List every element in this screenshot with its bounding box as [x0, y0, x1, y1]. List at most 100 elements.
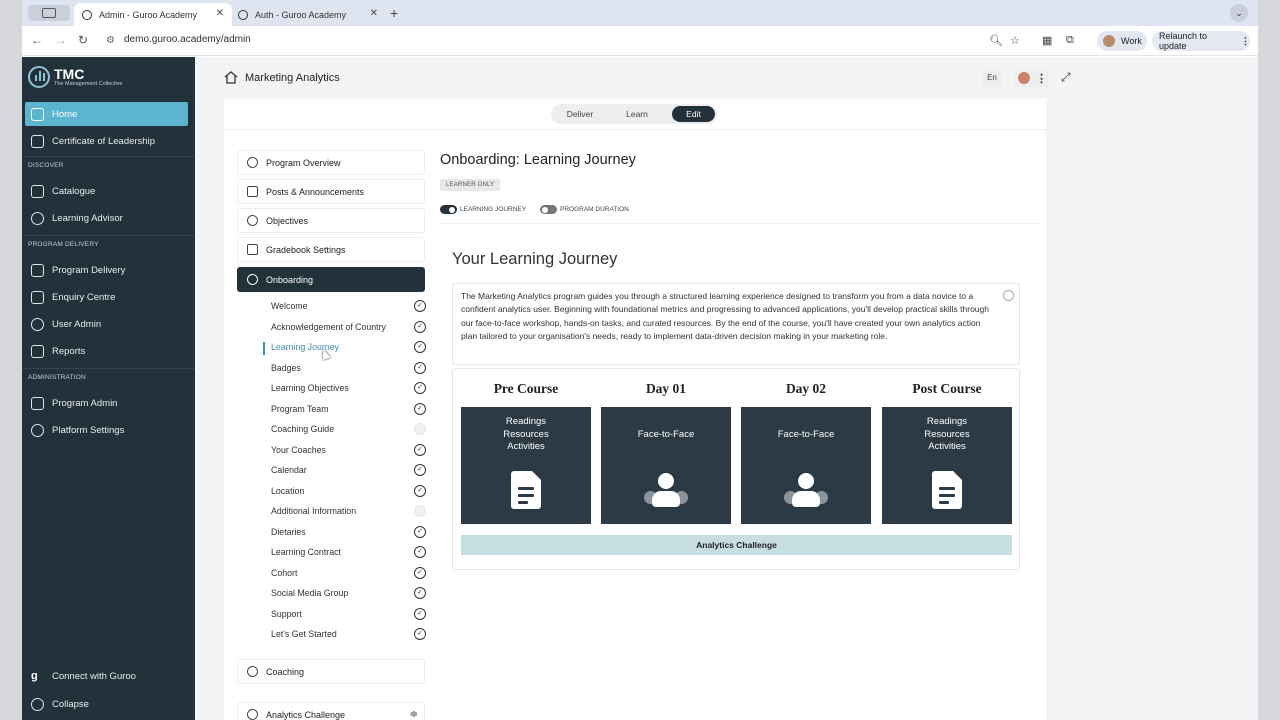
phase-card-day-01[interactable]: Face-to-Face: [601, 407, 731, 524]
sidebar-item-enquiry-centre[interactable]: Enquiry Centre: [25, 285, 188, 309]
onboarding-item[interactable]: Calendar: [271, 463, 426, 477]
onboarding-item[interactable]: Location: [271, 484, 426, 498]
sidebar-item-program-admin[interactable]: Program Admin: [25, 391, 188, 415]
nav-posts-announcements[interactable]: Posts & Announcements: [237, 179, 425, 204]
gear-icon: [31, 423, 44, 437]
nav-analytics-challenge[interactable]: Analytics Challenge ≑: [237, 702, 425, 720]
onboarding-item[interactable]: Additional Information: [271, 504, 426, 518]
onboarding-item[interactable]: Cohort: [271, 566, 426, 580]
onboarding-item[interactable]: Learning Journey: [271, 340, 426, 354]
sidebar-item-home[interactable]: Home: [25, 102, 188, 126]
analytics-challenge-bar[interactable]: Analytics Challenge: [461, 535, 1012, 555]
clipboard-icon: [31, 263, 44, 277]
connect-with-guroo[interactable]: g Connect with Guroo: [25, 664, 188, 688]
collapse-button[interactable]: Collapse: [25, 692, 188, 716]
nav-onboarding[interactable]: Onboarding: [237, 267, 425, 292]
tab-search-icon[interactable]: [28, 5, 70, 21]
phase-title: Day 01: [645, 381, 687, 396]
language-button[interactable]: En: [981, 69, 1003, 87]
advisor-icon: [31, 211, 44, 225]
phase-title: Pre Course: [493, 381, 559, 396]
phase-line: Readings: [926, 416, 968, 427]
editor-panel: Deliver Learn Edit Program Overview Post…: [224, 99, 1046, 720]
onboarding-item[interactable]: Program Team: [271, 402, 426, 416]
onboarding-item[interactable]: Dietaries: [271, 525, 426, 539]
content: Marketing Analytics En ⋮ ⤢ Deliver Learn…: [195, 57, 1258, 720]
check-circle-icon: ✓: [414, 546, 426, 558]
address-bar[interactable]: demo.guroo.academy/admin: [124, 34, 251, 45]
app: TMC The Management Collective Home Certi…: [22, 57, 1258, 720]
sidebar-item-learning-advisor[interactable]: Learning Advisor: [25, 206, 188, 230]
zoom-icon[interactable]: 🔍︎: [989, 34, 1003, 47]
tab-auth[interactable]: Auth - Guroo Academy ✕: [230, 3, 386, 26]
browser-toolbar: ← → ↻ ⚙ demo.guroo.academy/admin 🔍︎ ☆ ▦ …: [22, 26, 1258, 56]
fullscreen-icon[interactable]: ⤢: [1061, 70, 1071, 85]
nav-gradebook-settings[interactable]: Gradebook Settings: [237, 237, 425, 262]
mode-learn[interactable]: Learn: [617, 106, 657, 122]
journey-grid: Pre Course Day 01 Day 02 Post Course Rea…: [452, 368, 1020, 570]
sidebar-item-platform-settings[interactable]: Platform Settings: [25, 418, 188, 442]
phase-card-post-course[interactable]: Readings Resources Activities: [882, 407, 1012, 524]
mode-deliver[interactable]: Deliver: [559, 106, 601, 122]
bookmark-star-icon[interactable]: ☆: [1010, 34, 1020, 47]
phase-line: Activities: [507, 441, 545, 452]
onboarding-item[interactable]: Acknowledgement of Country: [271, 320, 426, 334]
onboarding-item[interactable]: Social Media Group: [271, 586, 426, 600]
user-icon: [31, 317, 44, 331]
relaunch-button[interactable]: Relaunch to update ⋮: [1152, 31, 1250, 51]
check-circle-icon: ✓: [414, 341, 426, 353]
more-icon: ⋮: [1036, 72, 1047, 85]
onboarding-item[interactable]: Coaching Guide: [271, 422, 426, 436]
tab-admin[interactable]: Admin - Guroo Academy ✕: [74, 3, 232, 26]
chevron-down-icon[interactable]: ⌄: [1230, 4, 1248, 22]
sidebar-item-catalogue[interactable]: Catalogue: [25, 179, 188, 203]
chevron-left-icon: [31, 697, 44, 711]
back-icon[interactable]: ←: [31, 33, 43, 47]
check-circle-icon: ✓: [414, 320, 426, 333]
phase-title: Day 02: [785, 381, 827, 396]
profile-button[interactable]: Work: [1097, 31, 1147, 51]
page-title: Marketing Analytics: [224, 71, 340, 84]
onboarding-item[interactable]: Your Coaches: [271, 443, 426, 457]
program-duration-toggle[interactable]: [540, 205, 557, 214]
phase-card-pre-course[interactable]: Readings Resources Activities: [461, 407, 591, 524]
extensions-icon[interactable]: ⧉: [1066, 34, 1074, 47]
sidebar-item-user-admin[interactable]: User Admin: [25, 312, 188, 336]
description-text[interactable]: The Marketing Analytics program guides y…: [452, 283, 1020, 365]
close-icon[interactable]: ✕: [370, 8, 378, 19]
sidebar-item-reports[interactable]: Reports: [25, 339, 188, 363]
check-circle-icon: ✓: [414, 402, 426, 415]
onboarding-item[interactable]: Welcome: [271, 299, 426, 313]
nav-objectives[interactable]: Objectives: [237, 208, 425, 233]
emoji-icon[interactable]: [1003, 290, 1014, 301]
forward-icon[interactable]: →: [55, 33, 67, 47]
logo[interactable]: TMC The Management Collective: [28, 65, 122, 89]
reload-icon[interactable]: ↻: [78, 33, 88, 47]
logo-icon: [28, 66, 50, 88]
more-icon: ⋮: [1241, 35, 1250, 46]
onboarding-item[interactable]: Learning Contract: [271, 545, 426, 559]
learning-journey-toggle[interactable]: [440, 205, 457, 214]
phase-line: Readings: [505, 416, 547, 427]
phase-card-day-02[interactable]: Face-to-Face: [741, 407, 871, 524]
drag-handle-icon[interactable]: ≑: [410, 709, 418, 720]
gift-icon[interactable]: ▦: [1042, 34, 1052, 47]
user-menu-button[interactable]: ⋮: [1014, 69, 1048, 87]
new-tab-icon[interactable]: +: [390, 5, 398, 21]
chat-icon: [31, 290, 44, 304]
close-icon[interactable]: ✕: [216, 8, 224, 19]
nav-coaching[interactable]: Coaching: [237, 659, 425, 684]
site-info-icon[interactable]: ⚙: [106, 35, 115, 46]
mode-edit[interactable]: Edit: [672, 106, 715, 122]
report-icon: [31, 344, 44, 358]
nav-program-overview[interactable]: Program Overview: [237, 150, 425, 175]
sidebar-item-certificate[interactable]: Certificate of Leadership: [25, 129, 188, 153]
incomplete-icon: ✓: [414, 505, 426, 517]
onboarding-item[interactable]: Learning Objectives: [271, 381, 426, 395]
avatar: [1103, 35, 1115, 47]
sidebar-item-program-delivery[interactable]: Program Delivery: [25, 258, 188, 282]
phase-line: Resources: [503, 428, 549, 440]
onboarding-item[interactable]: Let's Get Started: [271, 627, 426, 641]
onboarding-item[interactable]: Badges: [271, 361, 426, 375]
onboarding-item[interactable]: Support: [271, 607, 426, 621]
